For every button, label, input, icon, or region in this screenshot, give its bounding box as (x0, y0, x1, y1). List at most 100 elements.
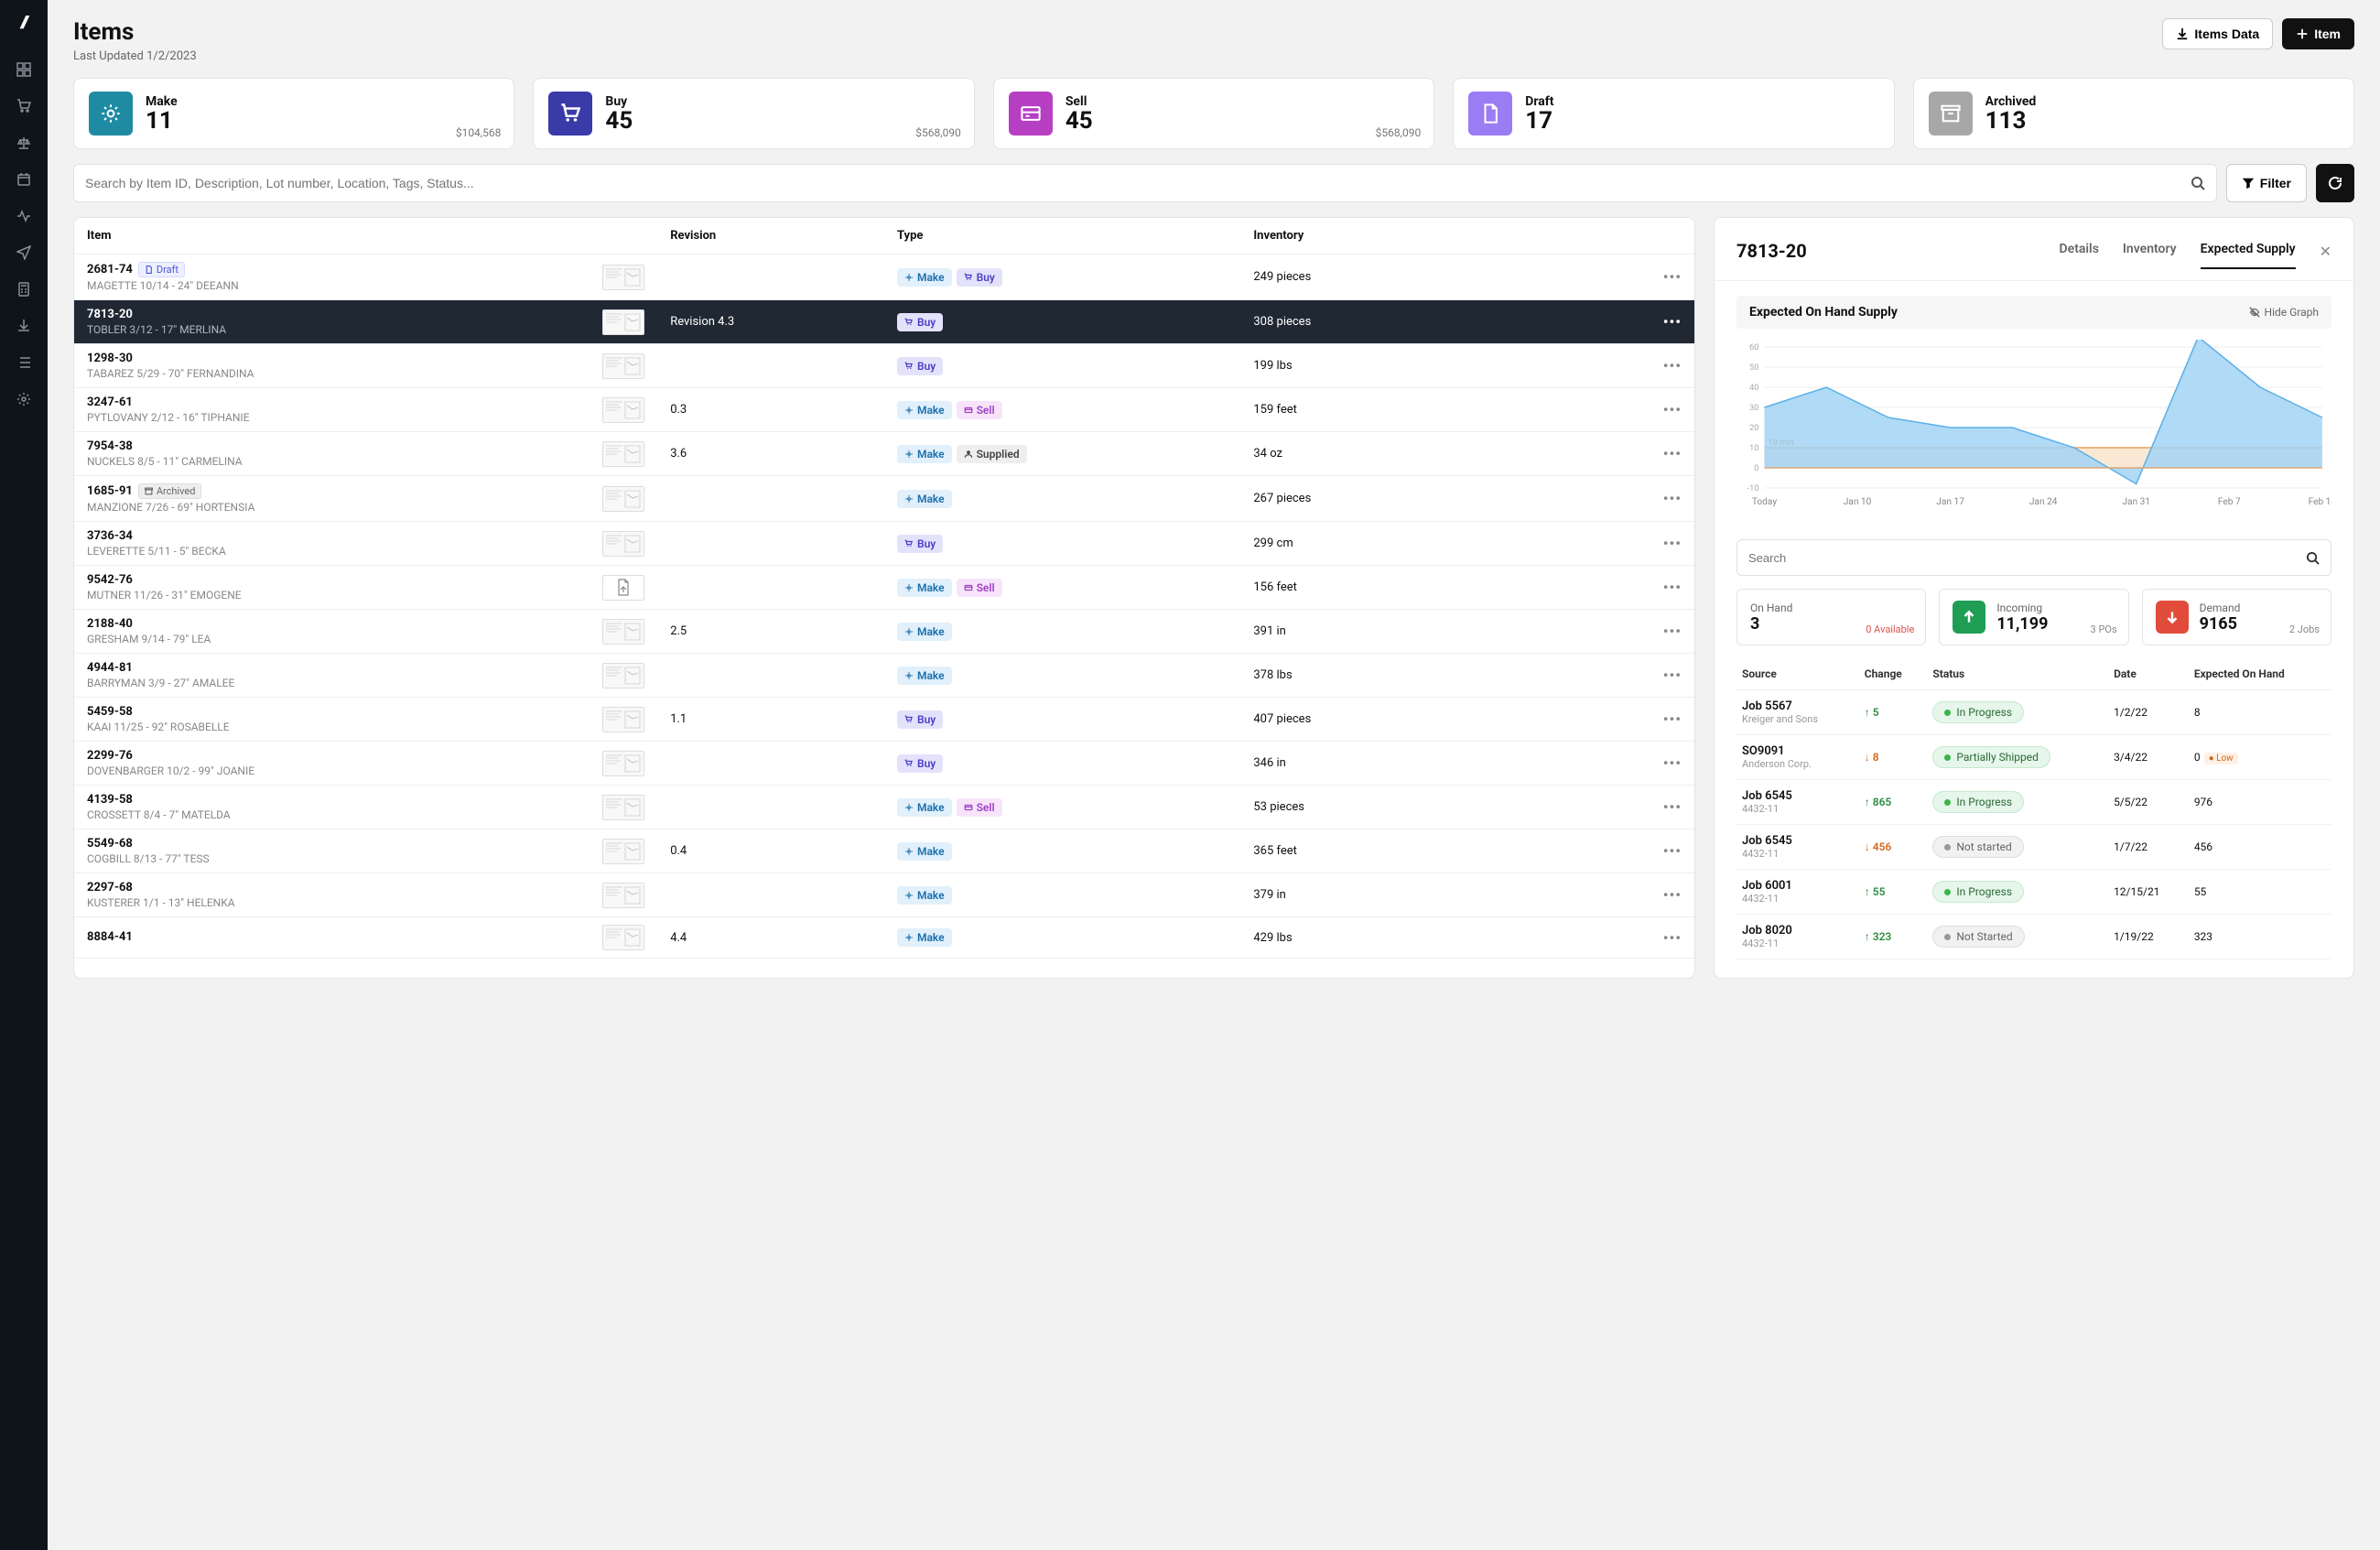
table-row[interactable]: 2299-76 DOVENBARGER 10/2 - 99" JOANIE Bu… (74, 742, 1694, 786)
item-description: TOBLER 3/12 - 17" MERLINA (87, 323, 226, 336)
summary-sub: $568,090 (1376, 126, 1422, 139)
table-row[interactable]: 2188-40 GRESHAM 9/14 - 79" LEA 2.5 Make … (74, 610, 1694, 654)
search-icon[interactable] (2191, 176, 2205, 190)
row-actions-icon[interactable]: ••• (1564, 610, 1694, 654)
close-detail-icon[interactable]: ✕ (2320, 243, 2331, 260)
supply-row[interactable]: Job 65454432-11 ↑ 865 In Progress 5/5/22… (1736, 780, 2331, 825)
svg-text:-10: -10 (1747, 484, 1759, 493)
search-icon[interactable] (2306, 551, 2320, 565)
nav-list-icon[interactable] (8, 347, 39, 378)
item-types: Buy (884, 300, 1240, 344)
supply-date: 1/7/22 (2108, 825, 2189, 870)
table-row[interactable]: 9542-76 MUTNER 11/26 - 31" EMOGENE Make … (74, 566, 1694, 610)
table-row[interactable]: 4139-58 CROSSETT 8/4 - 7" MATELDA Make S… (74, 786, 1694, 829)
filter-button[interactable]: Filter (2226, 164, 2307, 202)
nav-calendar-icon[interactable] (8, 164, 39, 195)
tab-inventory[interactable]: Inventory (2123, 233, 2177, 269)
table-row[interactable]: 2681-74 Draft MAGETTE 10/14 - 24" DEEANN… (74, 255, 1694, 300)
table-row[interactable]: 3247-61 PYTLOVANY 2/12 - 16" TIPHANIE 0.… (74, 388, 1694, 432)
item-thumbnail (602, 795, 644, 820)
status-pill: Not Started (1932, 926, 2024, 948)
detail-title: 7813-20 (1736, 240, 1807, 262)
item-revision (657, 344, 884, 388)
row-actions-icon[interactable]: ••• (1564, 522, 1694, 566)
supply-row[interactable]: Job 5567Kreiger and Sons ↑ 5 In Progress… (1736, 690, 2331, 735)
supply-row[interactable]: SO9091Anderson Corp. ↓ 8 Partially Shipp… (1736, 735, 2331, 780)
item-types: Make Sell (884, 566, 1240, 610)
refresh-button[interactable] (2316, 164, 2354, 202)
items-data-button[interactable]: Items Data (2162, 18, 2273, 49)
hide-graph-button[interactable]: Hide Graph (2248, 306, 2319, 319)
row-actions-icon[interactable]: ••• (1564, 432, 1694, 476)
col-date: Date (2108, 658, 2189, 690)
svg-text:Jan 24: Jan 24 (2029, 497, 2058, 507)
table-row[interactable]: 3736-34 LEVERETTE 5/11 - 5" BECKA Buy 29… (74, 522, 1694, 566)
row-actions-icon[interactable]: ••• (1564, 566, 1694, 610)
svg-text:50: 50 (1749, 363, 1758, 373)
nav-cart-icon[interactable] (8, 91, 39, 122)
item-types: Buy (884, 742, 1240, 786)
search-input[interactable] (85, 176, 2191, 190)
buy-tag: Buy (897, 754, 943, 773)
table-row[interactable]: 5459-58 KAAI 11/25 - 92" ROSABELLE 1.1 B… (74, 698, 1694, 742)
summary-card-make[interactable]: Make 11 $104,568 (73, 78, 514, 149)
make-tag: Make (897, 798, 952, 817)
item-thumbnail (602, 441, 644, 467)
table-row[interactable]: 5549-68 COGBILL 8/13 - 77" TESS 0.4 Make… (74, 829, 1694, 873)
table-row[interactable]: 1298-30 TABAREZ 5/29 - 70" FERNANDINA Bu… (74, 344, 1694, 388)
item-id: 4139-58 (87, 793, 133, 807)
nav-calculator-icon[interactable] (8, 274, 39, 305)
box-icon (1929, 92, 1973, 135)
row-actions-icon[interactable]: ••• (1564, 300, 1694, 344)
table-row[interactable]: 2297-68 KUSTERER 1/1 - 13" HELENKA Make … (74, 873, 1694, 917)
summary-card-buy[interactable]: Buy 45 $568,090 (533, 78, 974, 149)
svg-text:Jan 10: Jan 10 (1844, 497, 1872, 507)
search-box[interactable] (73, 164, 2217, 202)
nav-scale-icon[interactable] (8, 127, 39, 158)
summary-card-archived[interactable]: Archived 113 (1913, 78, 2354, 149)
row-actions-icon[interactable]: ••• (1564, 388, 1694, 432)
table-row[interactable]: 7813-20 TOBLER 3/12 - 17" MERLINA Revisi… (74, 300, 1694, 344)
row-actions-icon[interactable]: ••• (1564, 873, 1694, 917)
supply-row[interactable]: Job 60014432-11 ↑ 55 In Progress 12/15/2… (1736, 870, 2331, 915)
row-actions-icon[interactable]: ••• (1564, 255, 1694, 300)
summary-card-draft[interactable]: Draft 17 (1453, 78, 1894, 149)
item-types: Make (884, 873, 1240, 917)
item-types: Make (884, 829, 1240, 873)
nav-settings-icon[interactable] (8, 384, 39, 415)
change-value: ↓ 456 (1865, 840, 1892, 853)
summary-card-sell[interactable]: Sell 45 $568,090 (993, 78, 1434, 149)
sell-tag: Sell (957, 401, 1002, 419)
nav-activity-icon[interactable] (8, 201, 39, 232)
detail-search-box[interactable] (1736, 539, 2331, 576)
detail-search-input[interactable] (1748, 551, 2306, 565)
nav-send-icon[interactable] (8, 237, 39, 268)
row-actions-icon[interactable]: ••• (1564, 654, 1694, 698)
change-value: ↑ 323 (1865, 930, 1892, 943)
tab-details[interactable]: Details (2060, 233, 2099, 269)
buy-tag: Buy (957, 268, 1002, 287)
table-row[interactable]: 1685-91 Archived MANZIONE 7/26 - 69" HOR… (74, 476, 1694, 522)
row-actions-icon[interactable]: ••• (1564, 344, 1694, 388)
svg-text:0: 0 (1754, 464, 1758, 473)
gear-icon (89, 92, 133, 135)
table-row[interactable]: 8884-41 4.4 Make 429 lbs ••• (74, 917, 1694, 959)
row-actions-icon[interactable]: ••• (1564, 917, 1694, 959)
item-description: MAGETTE 10/14 - 24" DEEANN (87, 279, 239, 292)
item-description: KAAI 11/25 - 92" ROSABELLE (87, 721, 230, 733)
table-row[interactable]: 4944-81 BARRYMAN 3/9 - 27" AMALEE Make 3… (74, 654, 1694, 698)
row-actions-icon[interactable]: ••• (1564, 786, 1694, 829)
row-actions-icon[interactable]: ••• (1564, 829, 1694, 873)
nav-download-icon[interactable] (8, 310, 39, 341)
nav-dashboard-icon[interactable] (8, 54, 39, 85)
svg-text:30: 30 (1749, 404, 1758, 413)
table-row[interactable]: 7954-38 NUCKELS 8/5 - 11" CARMELINA 3.6 … (74, 432, 1694, 476)
row-actions-icon[interactable]: ••• (1564, 476, 1694, 522)
supply-row[interactable]: Job 80204432-11 ↑ 323 Not Started 1/19/2… (1736, 915, 2331, 959)
tab-expected-supply[interactable]: Expected Supply (2201, 233, 2296, 269)
make-tag: Make (897, 667, 952, 685)
new-item-button[interactable]: Item (2282, 18, 2354, 49)
supply-row[interactable]: Job 65454432-11 ↓ 456 Not started 1/7/22… (1736, 825, 2331, 870)
row-actions-icon[interactable]: ••• (1564, 698, 1694, 742)
row-actions-icon[interactable]: ••• (1564, 742, 1694, 786)
